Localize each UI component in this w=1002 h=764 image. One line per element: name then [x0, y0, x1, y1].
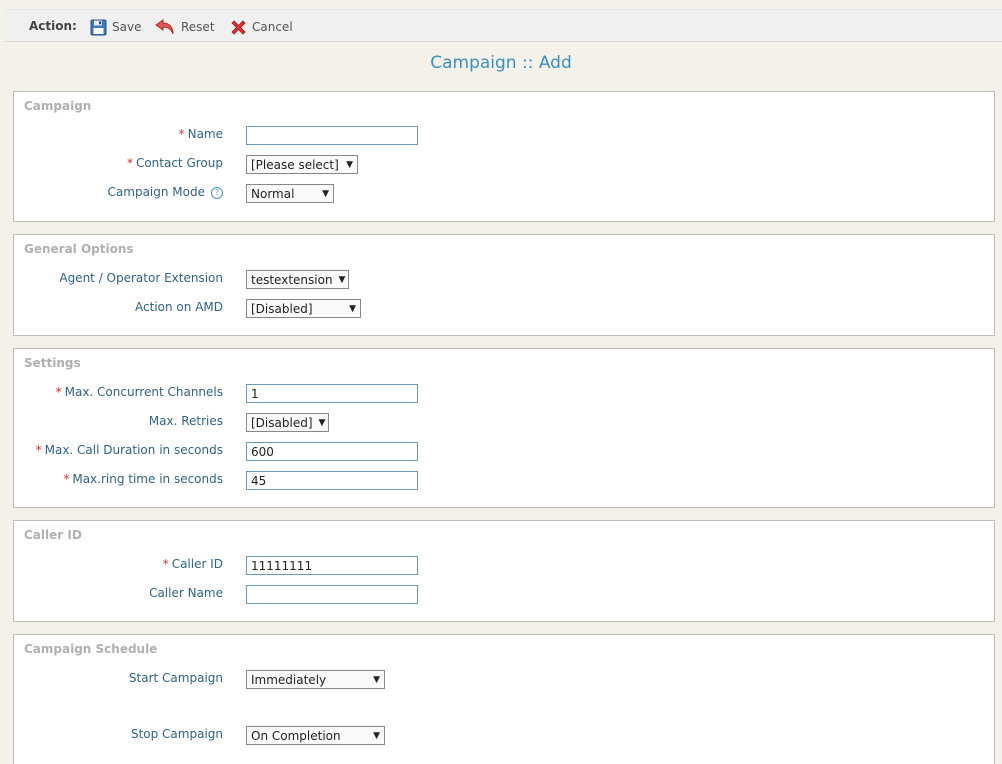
chevron-down-icon: ▼	[349, 303, 356, 314]
required-marker: *	[35, 443, 42, 457]
stop-campaign-select[interactable]: On Completion ▼	[246, 726, 385, 745]
section-title: Settings	[24, 356, 81, 370]
page-title: Campaign :: Add	[430, 53, 572, 73]
contact-group-label: * Contact Group	[126, 156, 223, 170]
campaign-mode-select[interactable]: Normal ▼	[246, 184, 334, 203]
action-label: Action:	[29, 19, 77, 33]
amd-row: Action on AMD [Disabled] ▼	[14, 297, 994, 319]
duration-label: * Max. Call Duration in seconds	[35, 443, 223, 457]
section-title: Campaign	[24, 99, 92, 113]
chevron-down-icon: ▼	[373, 674, 380, 685]
required-marker: *	[178, 127, 185, 141]
caller-name-input[interactable]	[246, 585, 418, 604]
stop-campaign-row: Stop Campaign On Completion ▼	[14, 724, 994, 746]
ring-time-input[interactable]: 45	[246, 471, 418, 490]
ring-time-label: * Max.ring time in seconds	[63, 472, 223, 486]
extension-label: Agent / Operator Extension	[59, 271, 223, 285]
section-title: Caller ID	[24, 528, 82, 542]
caller-id-row: * Caller ID 11111111	[14, 554, 994, 576]
caller-id-section: Caller ID * Caller ID 11111111 Caller Nam…	[13, 520, 995, 622]
reset-label: Reset	[181, 20, 215, 34]
chevron-down-icon: ▼	[318, 417, 326, 428]
required-marker: *	[55, 385, 62, 399]
start-campaign-select[interactable]: Immediately ▼	[246, 670, 385, 689]
chevron-down-icon: ▼	[346, 159, 353, 170]
general-options-section: General Options Agent / Operator Extensi…	[13, 234, 995, 336]
action-toolbar: Action: Save Reset Cancel	[5, 9, 1002, 42]
amd-select[interactable]: [Disabled] ▼	[246, 299, 361, 318]
duration-input[interactable]: 600	[246, 442, 418, 461]
extension-row: Agent / Operator Extension testextension…	[14, 268, 994, 290]
channels-label: * Max. Concurrent Channels	[55, 385, 223, 399]
required-marker: *	[126, 156, 133, 170]
floppy-disk-icon	[90, 19, 107, 35]
campaign-mode-label: Campaign Mode?	[108, 185, 223, 199]
reset-button[interactable]: Reset	[155, 17, 215, 37]
chevron-down-icon: ▼	[373, 730, 380, 741]
red-x-icon	[231, 19, 246, 35]
cancel-button[interactable]: Cancel	[230, 17, 293, 37]
campaign-mode-row: Campaign Mode? Normal ▼	[14, 182, 994, 204]
caller-name-label: Caller Name	[149, 586, 223, 600]
ring-time-row: * Max.ring time in seconds 45	[14, 469, 994, 491]
channels-row: * Max. Concurrent Channels 1	[14, 382, 994, 404]
channels-input[interactable]: 1	[246, 384, 418, 403]
campaign-schedule-section: Campaign Schedule Start Campaign Immedia…	[13, 634, 995, 764]
name-input[interactable]	[246, 126, 418, 145]
undo-arrow-icon	[155, 19, 174, 35]
section-title: General Options	[24, 242, 134, 256]
start-campaign-row: Start Campaign Immediately ▼	[14, 668, 994, 690]
amd-label: Action on AMD	[135, 300, 223, 314]
required-marker: *	[162, 557, 169, 571]
caller-name-row: Caller Name	[14, 583, 994, 605]
name-row: * Name	[14, 124, 994, 146]
name-label: * Name	[178, 127, 223, 141]
campaign-section: Campaign * Name * Contact Group [Please se…	[13, 91, 995, 222]
caller-id-label: * Caller ID	[162, 557, 223, 571]
contact-group-row: * Contact Group [Please select] ▼	[14, 153, 994, 175]
contact-group-select[interactable]: [Please select] ▼	[246, 155, 358, 174]
cancel-label: Cancel	[252, 20, 293, 34]
chevron-down-icon: ▼	[322, 188, 329, 199]
retries-label: Max. Retries	[148, 414, 223, 428]
duration-row: * Max. Call Duration in seconds 600	[14, 440, 994, 462]
caller-id-input[interactable]: 11111111	[246, 556, 418, 575]
settings-section: Settings * Max. Concurrent Channels 1 Max…	[13, 348, 995, 508]
required-marker: *	[63, 472, 70, 486]
retries-select[interactable]: [Disabled] ▼	[246, 413, 329, 432]
save-button[interactable]: Save	[90, 17, 141, 37]
start-campaign-label: Start Campaign	[128, 671, 223, 685]
section-title: Campaign Schedule	[24, 642, 158, 656]
help-circle-icon[interactable]: ?	[211, 186, 223, 199]
extension-select[interactable]: testextension ▼	[246, 270, 349, 289]
save-label: Save	[112, 20, 142, 34]
retries-row: Max. Retries [Disabled] ▼	[14, 411, 994, 433]
chevron-down-icon: ▼	[338, 274, 346, 285]
stop-campaign-label: Stop Campaign	[130, 727, 223, 741]
